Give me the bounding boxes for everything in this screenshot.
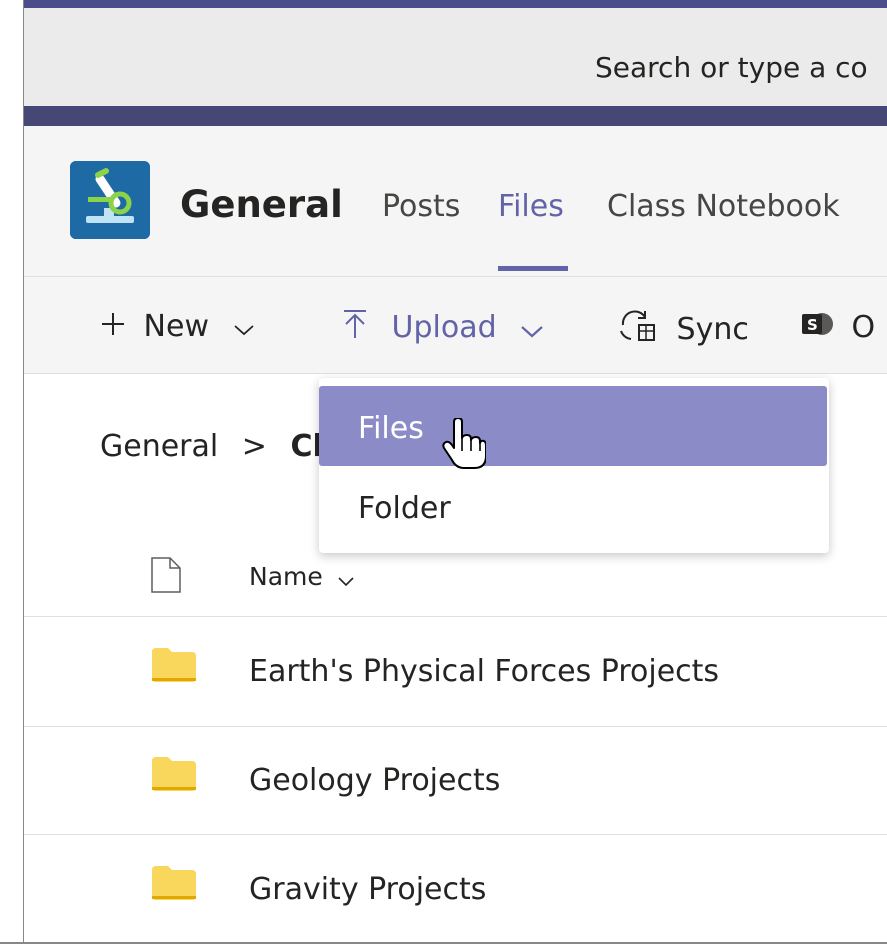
- file-icon: [150, 556, 182, 598]
- upload-button[interactable]: Upload: [342, 309, 544, 347]
- upload-arrow-icon: [342, 309, 368, 347]
- microscope-icon[interactable]: [70, 161, 150, 239]
- sync-label: Sync: [676, 311, 749, 347]
- row-divider: [24, 616, 887, 617]
- tab-files[interactable]: Files: [498, 189, 564, 224]
- teams-window: Search or type a co General Posts Files …: [0, 0, 887, 944]
- sync-button[interactable]: Sync: [617, 309, 749, 351]
- folder-icon: [152, 757, 196, 791]
- row-divider: [24, 726, 887, 727]
- open-in-sharepoint-button[interactable]: S O: [800, 309, 875, 347]
- channel-title: General: [180, 183, 343, 226]
- breadcrumb-root[interactable]: General: [100, 429, 218, 464]
- tab-class-notebook[interactable]: Class Notebook: [607, 189, 840, 224]
- chevron-down-icon: [233, 310, 255, 345]
- title-bar: [24, 0, 887, 8]
- new-label: New: [143, 309, 209, 344]
- table-row[interactable]: Gravity Projects: [249, 872, 486, 907]
- plus-icon: [100, 310, 126, 345]
- column-name-label: Name: [249, 562, 323, 591]
- tab-posts[interactable]: Posts: [382, 189, 460, 224]
- open-label: O: [851, 309, 876, 345]
- breadcrumb: General > Cl: [100, 429, 323, 464]
- search-input[interactable]: Search or type a co: [595, 51, 868, 84]
- breadcrumb-current: Cl: [290, 429, 323, 464]
- upload-menu-folder-label: Folder: [358, 491, 451, 526]
- hand-cursor-icon: [442, 417, 487, 474]
- upload-menu-item-files[interactable]: Files: [319, 386, 827, 466]
- active-tab-indicator: [498, 266, 568, 271]
- table-row[interactable]: Earth's Physical Forces Projects: [249, 654, 719, 689]
- app-bar-strip: [24, 106, 887, 126]
- new-button[interactable]: New: [100, 309, 255, 345]
- sync-icon: [617, 309, 657, 351]
- svg-text:S: S: [807, 316, 818, 334]
- upload-menu: Files Folder: [319, 378, 829, 553]
- row-divider: [24, 834, 887, 835]
- window-left-edge: [0, 0, 24, 944]
- sharepoint-icon: S: [800, 309, 834, 347]
- folder-icon: [152, 866, 196, 900]
- chevron-down-icon: [337, 564, 355, 593]
- chevron-down-icon: [520, 311, 544, 346]
- breadcrumb-separator: >: [241, 429, 267, 464]
- table-row[interactable]: Geology Projects: [249, 763, 500, 798]
- upload-menu-files-label: Files: [358, 411, 424, 446]
- upload-label: Upload: [391, 309, 497, 345]
- folder-icon: [152, 648, 196, 682]
- upload-menu-item-folder[interactable]: Folder: [319, 466, 829, 546]
- column-header-name[interactable]: Name: [249, 562, 355, 593]
